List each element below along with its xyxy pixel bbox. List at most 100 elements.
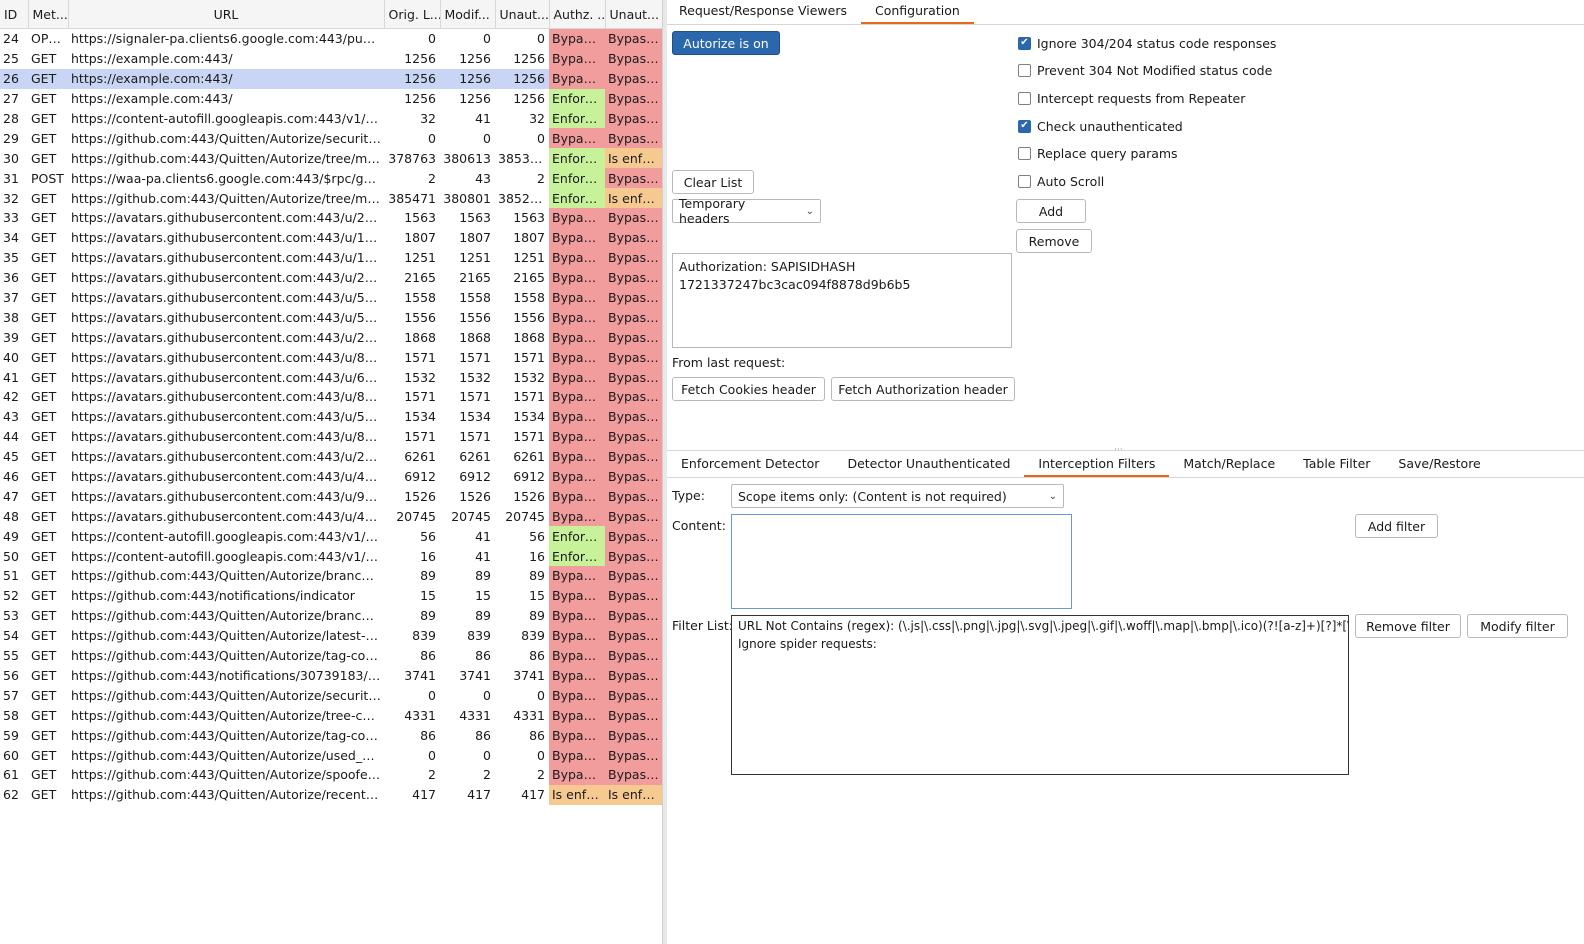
table-row[interactable]: 37 GET https://avatars.githubusercontent.c… — [0, 287, 662, 308]
headers-select[interactable]: Temporary headers ⌄ — [672, 196, 821, 226]
intercept-repeater-checkbox[interactable]: Intercept requests from Repeater — [1018, 88, 1245, 108]
add-filter-button[interactable]: Add filter — [1355, 514, 1438, 538]
table-row[interactable]: 25 GET https://example.com:443/1256 1256 125… — [0, 48, 662, 69]
table-row[interactable]: 45 GET https://avatars.githubusercontent.c… — [0, 446, 662, 467]
table-row[interactable]: 44 GET https://avatars.githubusercontent.c… — [0, 426, 662, 447]
table-row[interactable]: 61 GET https://github.com:443/Quitten/Auto… — [0, 764, 662, 785]
col-unauth-status-header[interactable]: Unaut... — [605, 0, 663, 29]
fetch-authorization-button[interactable]: Fetch Authorization header — [831, 377, 1015, 401]
filter-list[interactable]: URL Not Contains (regex): (\.js|\.css|\.… — [731, 615, 1349, 775]
cell-method: GET — [31, 329, 57, 345]
table-row[interactable]: 27 GET https://example.com:443/1256 1256 125… — [0, 88, 662, 109]
filter-list-item[interactable]: URL Not Contains (regex): (\.js|\.css|\.… — [738, 617, 1348, 635]
table-row[interactable]: 26 GET https://example.com:443/1256 1256 125… — [0, 68, 662, 89]
tab-configuration[interactable]: Configuration — [861, 0, 974, 24]
check-unauthenticated-checkbox[interactable]: ✔ Check unauthenticated — [1018, 116, 1183, 136]
cell-url: https://avatars.githubusercontent.com:44… — [71, 508, 384, 524]
table-row[interactable]: 49 GET https://content-autofill.googleapis… — [0, 526, 662, 547]
col-url-header[interactable]: URL — [68, 0, 385, 29]
tab-detector-unauthenticated[interactable]: Detector Unauthenticated — [833, 453, 1024, 477]
table-row[interactable]: 35 GET https://avatars.githubusercontent.c… — [0, 247, 662, 268]
cell-url: https://github.com:443/Quitten/Autorize/… — [71, 687, 384, 703]
cell-authz-status: Bypass... — [549, 705, 605, 726]
filter-content-input[interactable] — [731, 514, 1072, 609]
cell-unauth-length: 0 — [537, 687, 545, 703]
modify-filter-button[interactable]: Modify filter — [1467, 614, 1568, 638]
cell-id: 53 — [3, 608, 19, 624]
table-row[interactable]: 36 GET https://avatars.githubusercontent.c… — [0, 267, 662, 288]
tab-enforcement-detector[interactable]: Enforcement Detector — [667, 453, 833, 477]
autorize-toggle-button[interactable]: Autorize is on — [672, 31, 780, 55]
table-row[interactable]: 53 GET https://github.com:443/Quitten/Auto… — [0, 605, 662, 626]
cell-id: 62 — [3, 787, 19, 803]
filter-list-item[interactable]: Ignore spider requests: — [738, 635, 1342, 653]
col-modif-len-header[interactable]: Modif... — [440, 0, 496, 29]
cell-unauth-status: Is enfo... — [605, 148, 662, 169]
headers-textarea[interactable]: Authorization: SAPISIDHASH 1721337247bc3… — [672, 253, 1012, 348]
table-row[interactable]: 28 GET https://content-autofill.googleapis… — [0, 108, 662, 129]
table-row[interactable]: 31 POST https://waa-pa.clients6.google.com… — [0, 168, 662, 189]
cell-unauth-length: 2 — [537, 767, 545, 783]
table-row[interactable]: 56 GET https://github.com:443/notification… — [0, 665, 662, 686]
table-row[interactable]: 24 OPTI... https://signaler-pa.clients6.go… — [0, 28, 662, 49]
divider — [667, 477, 1584, 478]
table-row[interactable]: 60 GET https://github.com:443/Quitten/Auto… — [0, 745, 662, 765]
remove-header-button[interactable]: Remove — [1016, 229, 1092, 253]
col-method-header[interactable]: Met... — [28, 0, 69, 29]
table-row[interactable]: 59 GET https://github.com:443/Quitten/Auto… — [0, 725, 662, 746]
table-row[interactable]: 32 GET https://github.com:443/Quitten/Auto… — [0, 188, 662, 209]
col-authz-status-header[interactable]: Authz. ... — [549, 0, 606, 29]
table-row[interactable]: 42 GET https://avatars.githubusercontent.c… — [0, 387, 662, 407]
cell-orig-length: 0 — [428, 31, 436, 47]
col-id-header[interactable]: ID — [0, 0, 29, 29]
tab-table-filter[interactable]: Table Filter — [1289, 453, 1384, 477]
cell-id: 49 — [3, 528, 19, 544]
table-row[interactable]: 62 GET https://github.com:443/Quitten/Auto… — [0, 784, 662, 805]
table-row[interactable]: 41 GET https://avatars.githubusercontent.c… — [0, 367, 662, 388]
table-row[interactable]: 58 GET https://github.com:443/Quitten/Auto… — [0, 705, 662, 726]
table-row[interactable]: 47 GET https://avatars.githubusercontent.c… — [0, 486, 662, 507]
col-orig-len-header[interactable]: Orig. L... — [384, 0, 441, 29]
cell-id: 59 — [3, 727, 19, 743]
clear-list-button[interactable]: Clear List — [672, 170, 754, 194]
cell-url: https://avatars.githubusercontent.com:44… — [71, 230, 384, 246]
filter-type-select[interactable]: Scope items only: (Content is not requir… — [731, 484, 1064, 508]
add-header-button[interactable]: Add — [1016, 199, 1086, 223]
table-row[interactable]: 40 GET https://avatars.githubusercontent.c… — [0, 347, 662, 368]
fetch-cookies-button[interactable]: Fetch Cookies header — [672, 377, 825, 401]
replace-query-params-checkbox[interactable]: Replace query params — [1018, 143, 1178, 163]
cell-unauth-status: Bypass... — [605, 327, 662, 348]
table-row[interactable]: 39 GET https://avatars.githubusercontent.c… — [0, 327, 662, 348]
table-row[interactable]: 29 GET https://github.com:443/Quitten/Auto… — [0, 128, 662, 149]
cell-authz-status: Bypass... — [549, 287, 605, 308]
col-unauth-len-header[interactable]: Unaut... — [495, 0, 550, 29]
table-row[interactable]: 43 GET https://avatars.githubusercontent.c… — [0, 406, 662, 427]
cell-authz-status: Bypass... — [549, 665, 605, 686]
horizontal-splitter[interactable] — [667, 450, 1584, 451]
prevent-304-checkbox[interactable]: Prevent 304 Not Modified status code — [1018, 60, 1272, 80]
table-row[interactable]: 50 GET https://content-autofill.googleapis… — [0, 546, 662, 567]
table-row[interactable]: 48 GET https://avatars.githubusercontent.c… — [0, 506, 662, 527]
table-row[interactable]: 33 GET https://avatars.githubusercontent.c… — [0, 208, 662, 228]
header-text-line: 1721337247bc3cac094f8878d9b6b5 — [679, 277, 911, 292]
table-row[interactable]: 34 GET https://avatars.githubusercontent.c… — [0, 227, 662, 248]
ignore-304-checkbox[interactable]: ✔ Ignore 304/204 status code responses — [1018, 33, 1276, 53]
table-row[interactable]: 46 GET https://avatars.githubusercontent.c… — [0, 466, 662, 487]
cell-id: 40 — [3, 349, 19, 365]
tab-save-restore[interactable]: Save/Restore — [1384, 453, 1494, 477]
table-row[interactable]: 57 GET https://github.com:443/Quitten/Auto… — [0, 685, 662, 706]
table-row[interactable]: 52 GET https://github.com:443/notification… — [0, 585, 662, 606]
remove-filter-button[interactable]: Remove filter — [1355, 614, 1461, 638]
table-row[interactable]: 55 GET https://github.com:443/Quitten/Auto… — [0, 645, 662, 666]
tab-request-response-viewers[interactable]: Request/Response Viewers — [667, 0, 861, 24]
table-row[interactable]: 51 GET https://github.com:443/Quitten/Auto… — [0, 566, 662, 586]
auto-scroll-checkbox[interactable]: Auto Scroll — [1018, 171, 1104, 191]
table-row[interactable]: 38 GET https://avatars.githubusercontent.c… — [0, 307, 662, 328]
tab-interception-filters[interactable]: Interception Filters — [1024, 453, 1170, 477]
table-row[interactable]: 54 GET https://github.com:443/Quitten/Auto… — [0, 625, 662, 646]
table-row[interactable]: 30 GET https://github.com:443/Quitten/Auto… — [0, 148, 662, 169]
cell-unauth-status: Bypass... — [605, 347, 662, 368]
cell-modif-length: 41 — [475, 111, 491, 126]
tab-match-replace[interactable]: Match/Replace — [1169, 453, 1289, 477]
cell-id: 36 — [3, 270, 19, 286]
